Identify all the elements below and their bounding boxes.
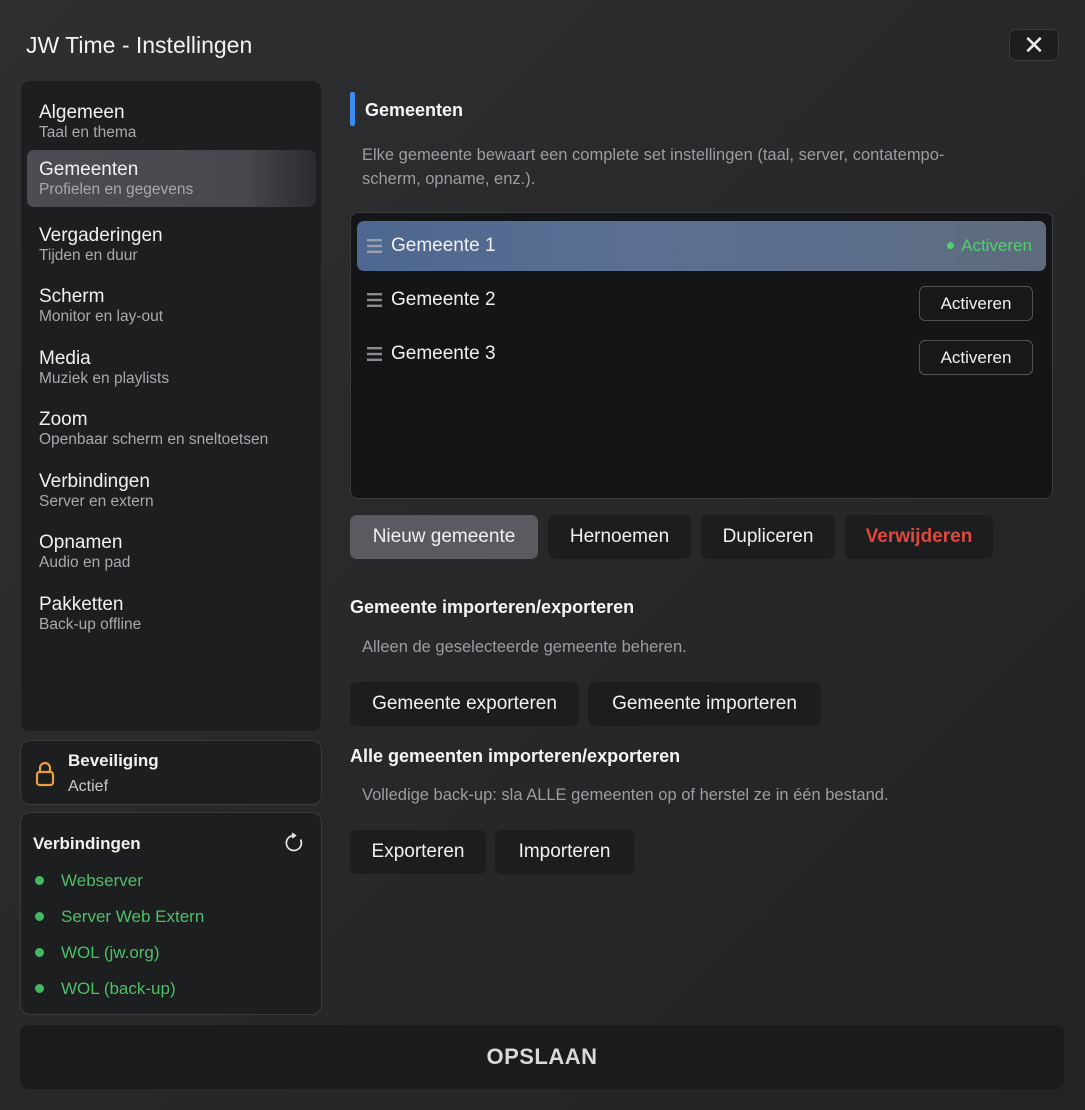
single-io-description: Alleen de geselecteerde gemeente beheren… — [362, 638, 687, 656]
sidebar-item-sub: Tijden en duur — [39, 247, 138, 264]
export-congregation-button[interactable]: Gemeente exporteren — [350, 682, 579, 726]
sidebar-item-zoom[interactable]: Zoom Openbaar scherm en sneltoetsen — [27, 400, 316, 457]
delete-button[interactable]: Verwijderen — [845, 515, 993, 559]
connections-title: Verbindingen — [33, 834, 141, 853]
sidebar-item-label: Verbindingen — [39, 471, 150, 492]
settings-window: JW Time - Instellingen ✕ Algemeen Taal e… — [0, 0, 1085, 1110]
drag-handle-icon[interactable] — [367, 293, 382, 307]
sidebar-item-label: Algemeen — [39, 102, 125, 123]
connections-panel: Verbindingen Webserver Server Web Extern… — [20, 812, 322, 1015]
sidebar-item-sub: Monitor en lay-out — [39, 308, 164, 325]
all-io-description: Volledige back-up: sla ALLE gemeenten op… — [362, 786, 889, 804]
sidebar-item-opnamen[interactable]: Opnamen Audio en pad — [27, 523, 316, 580]
congregation-name: Gemeente 1 — [391, 235, 496, 256]
sidebar-nav: Algemeen Taal en thema Gemeenten Profiel… — [20, 80, 322, 732]
section-accent-bar — [350, 92, 355, 126]
congregation-list: Gemeente 1 Activeren Gemeente 2 Activere… — [350, 212, 1053, 499]
refresh-icon[interactable] — [283, 832, 305, 854]
status-dot — [35, 948, 44, 958]
connection-webserver: Webserver — [35, 871, 143, 891]
sidebar-item-algemeen[interactable]: Algemeen Taal en thema — [27, 93, 316, 150]
drag-handle-icon[interactable] — [367, 239, 382, 253]
sidebar-item-label: Zoom — [39, 409, 88, 430]
window-title: JW Time - Instellingen — [26, 32, 253, 58]
activate-button[interactable]: Activeren — [919, 286, 1033, 321]
sidebar-item-gemeenten[interactable]: Gemeenten Profielen en gegevens — [27, 150, 316, 207]
connection-server-web-extern: Server Web Extern — [35, 907, 204, 927]
active-status: Activeren — [947, 236, 1032, 256]
section-title: Gemeenten — [365, 100, 464, 120]
security-title: Beveiliging — [68, 751, 159, 770]
connection-wol-backup: WOL (back-up) — [35, 979, 176, 999]
lock-icon — [35, 761, 55, 787]
congregation-row[interactable]: Gemeente 3 Activeren — [357, 329, 1046, 379]
activate-button[interactable]: Activeren — [919, 340, 1033, 375]
active-dot — [947, 242, 955, 250]
security-panel[interactable]: Beveiliging Actief — [20, 740, 322, 805]
import-all-button[interactable]: Importeren — [495, 830, 634, 874]
congregation-row[interactable]: Gemeente 1 Activeren — [357, 221, 1046, 271]
sidebar-item-pakketten[interactable]: Pakketten Back-up offline — [27, 585, 316, 642]
connection-wol-jworg: WOL (jw.org) — [35, 943, 160, 963]
status-dot — [35, 912, 44, 922]
save-button[interactable]: OPSLAAN — [20, 1025, 1064, 1089]
sidebar-item-sub: Audio en pad — [39, 554, 131, 571]
sidebar-item-label: Opnamen — [39, 532, 123, 553]
all-io-title: Alle gemeenten importeren/exporteren — [350, 746, 681, 766]
export-all-button[interactable]: Exporteren — [350, 830, 486, 874]
sidebar-item-media[interactable]: Media Muziek en playlists — [27, 339, 316, 396]
sidebar-item-label: Scherm — [39, 286, 105, 307]
congregation-name: Gemeente 2 — [391, 289, 496, 310]
sidebar-item-sub: Back-up offline — [39, 616, 142, 633]
close-button[interactable]: ✕ — [1009, 29, 1059, 61]
section-description: Elke gemeente bewaart een complete set i… — [362, 146, 945, 188]
congregation-name: Gemeente 3 — [391, 343, 496, 364]
sidebar-item-label: Vergaderingen — [39, 225, 163, 246]
close-icon: ✕ — [1023, 30, 1045, 60]
duplicate-button[interactable]: Dupliceren — [701, 515, 835, 559]
status-dot — [35, 876, 44, 886]
sidebar-item-sub: Server en extern — [39, 493, 154, 510]
new-congregation-button[interactable]: Nieuw gemeente — [350, 515, 538, 559]
sidebar-item-scherm[interactable]: Scherm Monitor en lay-out — [27, 277, 316, 334]
sidebar-item-sub: Taal en thema — [39, 124, 137, 141]
drag-handle-icon[interactable] — [367, 347, 382, 361]
sidebar-item-sub: Openbaar scherm en sneltoetsen — [39, 431, 269, 448]
sidebar-item-sub: Profielen en gegevens — [39, 181, 194, 198]
single-io-title: Gemeente importeren/exporteren — [350, 597, 635, 617]
status-dot — [35, 984, 44, 994]
sidebar-item-label: Pakketten — [39, 594, 124, 615]
import-congregation-button[interactable]: Gemeente importeren — [588, 682, 821, 726]
sidebar-item-sub: Muziek en playlists — [39, 370, 170, 387]
sidebar-item-label: Media — [39, 348, 91, 369]
sidebar-item-label: Gemeenten — [39, 159, 139, 180]
congregation-row[interactable]: Gemeente 2 Activeren — [357, 275, 1046, 325]
sidebar-item-verbindingen[interactable]: Verbindingen Server en extern — [27, 462, 316, 519]
security-status: Actief — [68, 778, 109, 795]
rename-button[interactable]: Hernoemen — [548, 515, 691, 559]
sidebar-item-vergaderingen[interactable]: Vergaderingen Tijden en duur — [27, 216, 316, 273]
